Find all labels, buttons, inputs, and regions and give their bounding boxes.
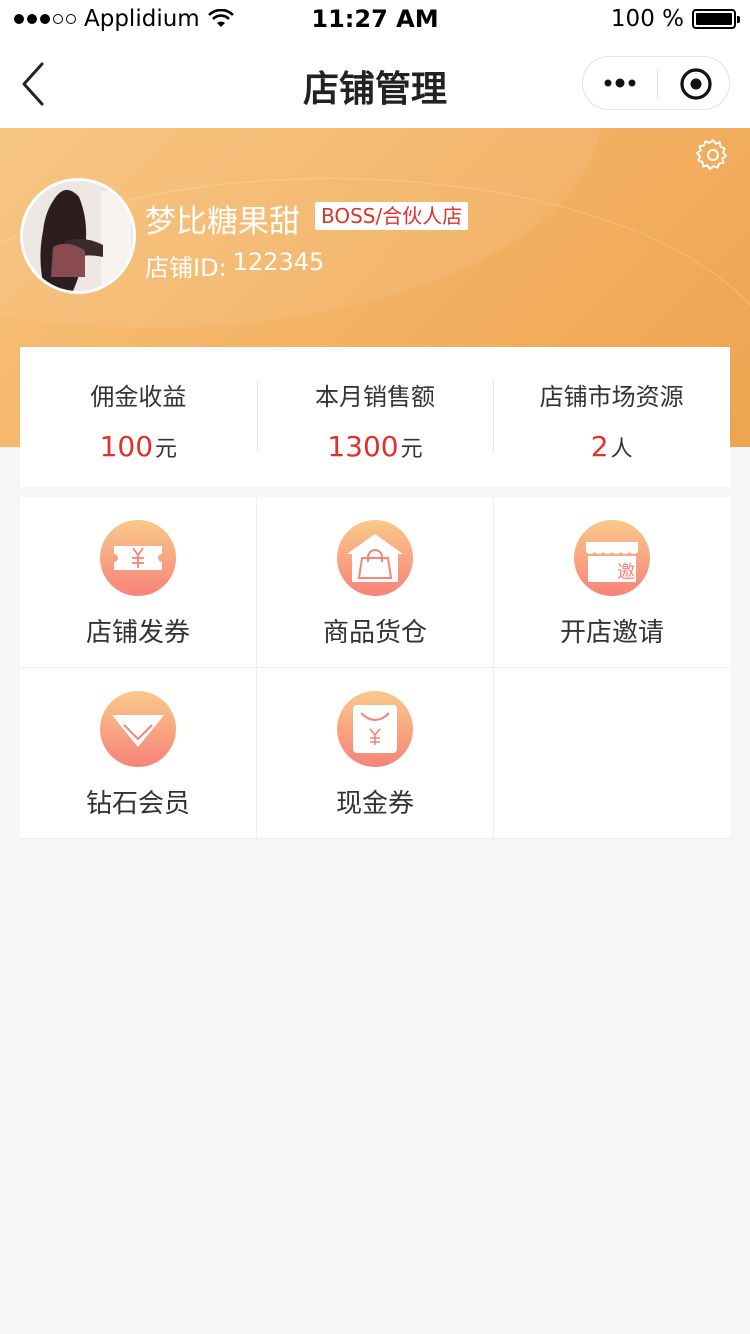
- diamond-icon: [100, 691, 176, 767]
- battery-percent: 100 %: [610, 6, 684, 32]
- stat-unit: 元: [155, 437, 178, 462]
- menu-item-product-warehouse[interactable]: 商品货仓: [257, 497, 493, 667]
- menu-item-cash-coupon[interactable]: 现金券: [257, 668, 493, 838]
- avatar[interactable]: [20, 178, 136, 294]
- menu-item-diamond-member[interactable]: 钻石会员: [20, 668, 256, 838]
- status-right: 100 %: [610, 6, 740, 32]
- stat-label: 本月销售额: [315, 383, 435, 411]
- invite-store-icon: 邀: [574, 520, 650, 596]
- cash-coupon-icon: [337, 691, 413, 767]
- shop-id-label: 店铺ID:: [145, 254, 227, 282]
- menu-item-label: 现金券: [335, 789, 414, 819]
- close-target-icon[interactable]: [679, 67, 713, 101]
- stat-commission[interactable]: 佣金收益 100元: [20, 347, 257, 487]
- menu-item-label: 开店邀请: [559, 618, 664, 648]
- menu-item-store-invite[interactable]: 邀 开店邀请: [494, 497, 730, 667]
- stat-monthly-sales[interactable]: 本月销售额 1300元: [256, 347, 494, 487]
- menu-item-store-coupons[interactable]: 店铺发券: [20, 497, 256, 667]
- menu-item-label: 商品货仓: [322, 618, 427, 648]
- menu-item-label: 店铺发券: [85, 618, 190, 648]
- stat-market-resources[interactable]: 店铺市场资源 2人: [493, 347, 730, 487]
- stat-number: 100: [99, 430, 154, 463]
- stat-value: 1300元: [257, 430, 494, 463]
- invite-glyph: 邀: [617, 562, 635, 583]
- stat-unit: 元: [400, 437, 423, 462]
- shop-id-value: 122345: [232, 248, 325, 276]
- settings-gear-icon[interactable]: [696, 138, 730, 172]
- status-bar: Applidium 11:27 AM 100 %: [0, 0, 750, 40]
- stat-unit: 人: [610, 437, 633, 462]
- stats-card: 佣金收益 100元 本月销售额 1300元 店铺市场资源 2人: [20, 347, 730, 487]
- stat-label: 店铺市场资源: [539, 383, 684, 411]
- more-options-icon[interactable]: [599, 67, 641, 99]
- navigation-bar: 店铺管理: [0, 40, 750, 128]
- menu-item-empty: [494, 668, 730, 838]
- shop-id: 店铺ID: 122345: [145, 248, 324, 283]
- stat-number: 2: [590, 430, 609, 463]
- stat-value: 100元: [20, 430, 257, 463]
- feature-grid: 店铺发券 商品货仓 邀 开店邀请 钻石会员 现金券: [20, 497, 730, 839]
- capsule-divider: [657, 70, 658, 98]
- stat-value: 2人: [493, 430, 730, 463]
- menu-item-label: 钻石会员: [85, 789, 190, 819]
- avatar-photo: [23, 181, 133, 291]
- warehouse-icon: [337, 520, 413, 596]
- battery-icon: [692, 9, 740, 29]
- coupon-icon: [100, 520, 176, 596]
- stat-number: 1300: [327, 430, 399, 463]
- user-name: 梦比糖果甜: [145, 204, 300, 240]
- stat-label: 佣金收益: [90, 383, 187, 411]
- store-level-badge: BOSS/合伙人店: [315, 202, 469, 230]
- mini-program-capsule: [582, 56, 730, 110]
